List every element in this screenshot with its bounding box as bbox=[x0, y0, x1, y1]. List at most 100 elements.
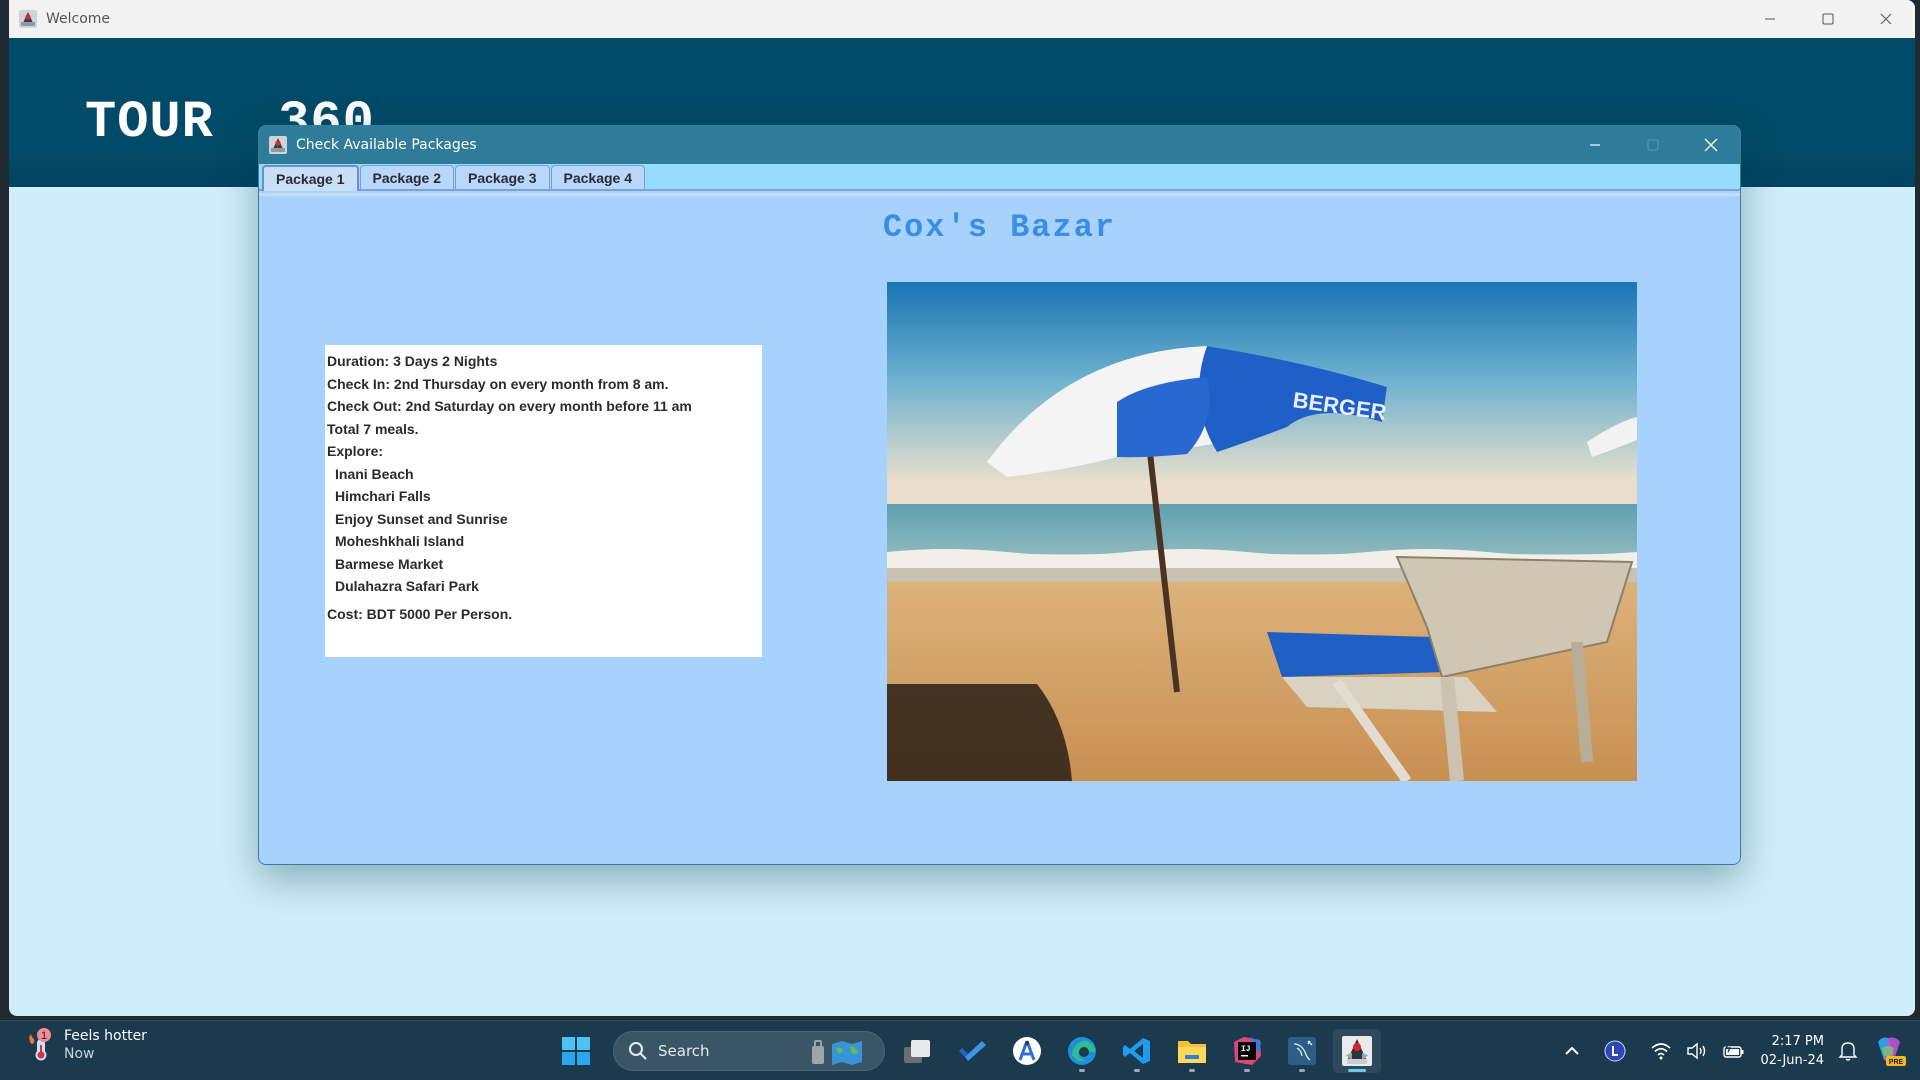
close-icon bbox=[1880, 13, 1892, 25]
explore-item: Inani Beach bbox=[335, 465, 414, 482]
taskbar-vscode[interactable] bbox=[1113, 1029, 1161, 1073]
running-indicator bbox=[1079, 1069, 1085, 1072]
close-icon bbox=[1704, 138, 1718, 152]
detail-explore-heading: Explore: bbox=[327, 443, 384, 459]
taskbar-edge[interactable] bbox=[1058, 1029, 1106, 1073]
show-hidden-icons-button[interactable] bbox=[1564, 1045, 1580, 1057]
mysql-workbench-icon bbox=[1288, 1037, 1316, 1065]
battery-charging-icon bbox=[1723, 1042, 1744, 1058]
network-button[interactable] bbox=[1650, 1042, 1672, 1060]
thermometer-icon: 1 bbox=[29, 1028, 51, 1061]
tab-package-1[interactable]: Package 1 bbox=[262, 165, 359, 191]
taskbar-file-explorer[interactable] bbox=[1168, 1029, 1216, 1073]
folder-icon bbox=[1178, 1041, 1206, 1063]
detail-meals: Total 7 meals. bbox=[327, 420, 419, 437]
java-app-icon bbox=[268, 135, 288, 155]
main-window-title: Welcome bbox=[46, 11, 111, 27]
explore-item: Moheshkhali Island bbox=[335, 533, 465, 549]
taskbar-task-view[interactable] bbox=[893, 1029, 941, 1073]
system-tray: 2:17 PM 02-Jun-24 PRE bbox=[1564, 1021, 1920, 1080]
sea bbox=[887, 504, 1637, 554]
wifi-icon bbox=[1651, 1043, 1672, 1060]
dialog-title: Check Available Packages bbox=[296, 137, 477, 153]
package-details-box: Duration: 3 Days 2 Nights Check In: 2nd … bbox=[325, 345, 762, 657]
clock-date: 02-Jun-24 bbox=[1760, 1053, 1824, 1068]
dialog-minimize-button[interactable] bbox=[1566, 126, 1624, 164]
lounger-cushion bbox=[1267, 632, 1447, 677]
search-placeholder: Search bbox=[658, 1042, 710, 1060]
android-studio-icon bbox=[1013, 1037, 1041, 1065]
maximize-button[interactable] bbox=[1799, 0, 1857, 38]
main-titlebar[interactable]: Welcome bbox=[9, 0, 1915, 38]
lounger-leg bbox=[1440, 676, 1464, 781]
running-indicator bbox=[1299, 1069, 1305, 1072]
svg-text:IJ: IJ bbox=[1241, 1045, 1251, 1054]
l-app-icon bbox=[1604, 1040, 1626, 1062]
tab-strip: Package 1 Package 2 Package 3 Package 4 bbox=[259, 164, 1740, 191]
volume-button[interactable] bbox=[1686, 1042, 1708, 1060]
taskbar-java-app[interactable] bbox=[1333, 1029, 1381, 1073]
explore-item: Enjoy Sunset and Sunrise bbox=[335, 510, 508, 527]
running-indicator bbox=[1189, 1069, 1195, 1072]
taskbar: 1 Feels hotter Now Search IJ 2:17 PM 02-… bbox=[0, 1020, 1920, 1080]
taskbar-mysql-workbench[interactable] bbox=[1278, 1029, 1326, 1073]
taskbar-todo[interactable] bbox=[948, 1029, 996, 1073]
dialog-maximize-button bbox=[1624, 126, 1682, 164]
minimize-button[interactable] bbox=[1741, 0, 1799, 38]
battery-button[interactable] bbox=[1722, 1042, 1746, 1060]
clock-time: 2:17 PM bbox=[1771, 1034, 1824, 1049]
running-indicator bbox=[1134, 1069, 1140, 1072]
vscode-icon bbox=[1123, 1038, 1150, 1064]
taskbar-intellij[interactable]: IJ bbox=[1223, 1029, 1271, 1073]
chevron-up-icon bbox=[1565, 1046, 1580, 1055]
maximize-icon bbox=[1822, 13, 1834, 25]
running-indicator bbox=[1244, 1069, 1250, 1072]
explore-item: Dulahazra Safari Park bbox=[335, 578, 479, 594]
detail-duration: Duration: 3 Days 2 Nights bbox=[327, 353, 498, 369]
volume-icon bbox=[1687, 1042, 1706, 1060]
tab-package-3[interactable]: Package 3 bbox=[455, 165, 550, 189]
destination-photo: BERGER bbox=[887, 282, 1637, 781]
packages-dialog: Check Available Packages Package 1 Packa… bbox=[258, 125, 1741, 865]
todo-check-icon bbox=[959, 1041, 986, 1061]
explore-item: Himchari Falls bbox=[335, 488, 431, 504]
copilot-button[interactable]: PRE bbox=[1872, 1034, 1906, 1068]
copilot-badge: PRE bbox=[1889, 1059, 1904, 1066]
maximize-icon bbox=[1647, 139, 1659, 151]
explore-item: Barmese Market bbox=[335, 555, 444, 572]
weather-subtitle: Now bbox=[64, 1046, 95, 1062]
minimize-icon bbox=[1590, 144, 1600, 146]
package-content-panel: Cox's Bazar Duration: 3 Days 2 Nights Ch… bbox=[259, 193, 1740, 864]
beach-scene-illustration: BERGER bbox=[887, 282, 1637, 781]
edge-icon bbox=[1068, 1037, 1096, 1065]
windows-logo-icon bbox=[562, 1037, 590, 1065]
search-highlight-travel-icon bbox=[812, 1040, 862, 1065]
copilot-icon: PRE bbox=[1878, 1037, 1906, 1066]
detail-cost: Cost: BDT 5000 Per Person. bbox=[327, 605, 513, 622]
tab-package-4[interactable]: Package 4 bbox=[550, 165, 645, 189]
active-indicator bbox=[1348, 1069, 1366, 1072]
java-app-icon bbox=[18, 9, 38, 29]
java-duke-icon bbox=[1342, 1036, 1372, 1066]
search-icon bbox=[629, 1042, 647, 1060]
intellij-idea-icon: IJ bbox=[1234, 1037, 1261, 1065]
clock[interactable]: 2:17 PM 02-Jun-24 bbox=[1760, 1032, 1824, 1070]
umbrella-shadow bbox=[887, 684, 1072, 781]
notifications-button[interactable] bbox=[1838, 1040, 1858, 1062]
close-button[interactable] bbox=[1857, 0, 1915, 38]
dialog-titlebar[interactable]: Check Available Packages bbox=[259, 126, 1740, 164]
lounger-frame bbox=[1282, 677, 1497, 712]
destination-title: Cox's Bazar bbox=[882, 209, 1117, 246]
bell-icon bbox=[1838, 1042, 1858, 1061]
taskbar-android-studio[interactable] bbox=[1003, 1029, 1051, 1073]
weather-widget[interactable]: 1 Feels hotter Now bbox=[26, 1027, 147, 1063]
start-button[interactable] bbox=[552, 1029, 600, 1073]
detail-check-in: Check In: 2nd Thursday on every month fr… bbox=[327, 375, 669, 392]
taskbar-search[interactable]: Search bbox=[613, 1031, 885, 1071]
dialog-close-button[interactable] bbox=[1682, 126, 1740, 164]
weather-title: Feels hotter bbox=[64, 1028, 147, 1044]
minimize-icon bbox=[1765, 18, 1775, 20]
detail-check-out: Check Out: 2nd Saturday on every month b… bbox=[327, 398, 692, 414]
tray-app-l[interactable] bbox=[1604, 1040, 1626, 1062]
tab-package-2[interactable]: Package 2 bbox=[359, 165, 454, 189]
